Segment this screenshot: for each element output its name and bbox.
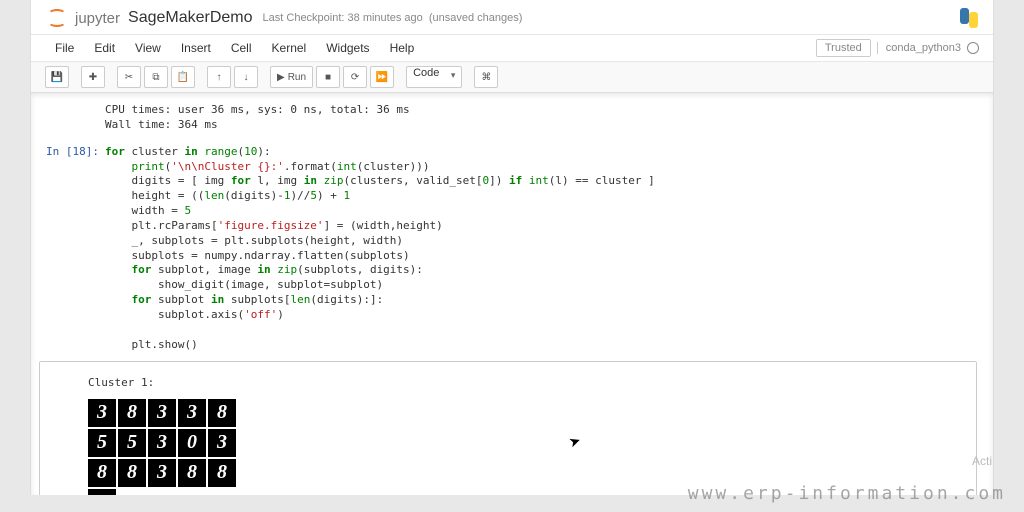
digit-image: 5 [88,429,116,457]
menu-cell[interactable]: Cell [221,38,262,58]
digit-image: 3 [208,429,236,457]
digit-image: 8 [178,459,206,487]
menu-view[interactable]: View [125,38,171,58]
kernel-name-label: conda_python3 [886,42,961,54]
digit-image: 3 [178,399,206,427]
toolbar: 💾 ✚ ✂ ⧉ 📋 ↑ ↓ ▶ Run ■ ⟳ ⏩ Code ⌘ [31,62,993,93]
command-palette-button[interactable]: ⌘ [474,66,498,88]
copy-button[interactable]: ⧉ [144,66,168,88]
jupyter-logo-icon [45,6,69,30]
kernel-status-icon [967,42,979,54]
digit-image: 8 [118,399,146,427]
kernel-selector[interactable]: conda_python3 [877,42,979,54]
menu-help[interactable]: Help [380,38,425,58]
plot-output: Cluster 1: 3 8 3 3 8 5 5 3 0 3 8 8 [39,361,977,496]
digit-image: 0 [178,429,206,457]
digit-image: 8 [208,399,236,427]
python-logo-icon [959,8,979,28]
restart-run-all-button[interactable]: ⏩ [370,66,394,88]
digit-image: 3 [88,399,116,427]
menu-widgets[interactable]: Widgets [316,38,379,58]
digit-image: 8 [118,459,146,487]
timing-output: CPU times: user 36 ms, sys: 0 ns, total:… [105,103,977,133]
output-cell-timing: CPU times: user 36 ms, sys: 0 ns, total:… [37,99,987,137]
add-cell-button[interactable]: ✚ [81,66,105,88]
move-down-button[interactable]: ↓ [234,66,258,88]
activate-windows-partial: Acti [972,454,992,468]
checkpoint-status: Last Checkpoint: 38 minutes ago (unsaved… [263,12,523,24]
notebook-body[interactable]: CPU times: user 36 ms, sys: 0 ns, total:… [31,93,993,495]
output-prompt [37,99,105,137]
digit-image: 3 [148,399,176,427]
digit-image: 3 [148,459,176,487]
cluster-label: Cluster 1: [88,376,958,389]
notebook-name[interactable]: SageMakerDemo [128,9,253,27]
digit-image: 5 [118,429,146,457]
menu-file[interactable]: File [45,38,84,58]
move-up-button[interactable]: ↑ [207,66,231,88]
paste-button[interactable]: 📋 [171,66,195,88]
digit-image: 8 [208,459,236,487]
menu-edit[interactable]: Edit [84,38,125,58]
notebook-header: jupyter SageMakerDemo Last Checkpoint: 3… [31,0,993,35]
run-icon: ▶ [277,72,285,83]
menu-insert[interactable]: Insert [171,38,221,58]
run-label: Run [288,72,306,83]
save-button[interactable]: 💾 [45,66,69,88]
cell-type-select[interactable]: Code [406,66,462,88]
menubar: File Edit View Insert Cell Kernel Widget… [31,35,993,62]
menu-kernel[interactable]: Kernel [262,38,317,58]
digit-image: 8 [88,459,116,487]
jupyter-wordmark: jupyter [75,10,120,27]
digit-grid: 3 8 3 3 8 5 5 3 0 3 8 8 3 8 8 [88,399,248,496]
cut-button[interactable]: ✂ [117,66,141,88]
digit-image: 3 [148,429,176,457]
restart-button[interactable]: ⟳ [343,66,367,88]
code-cell-18[interactable]: In [18]: for cluster in range(10): print… [37,141,987,357]
code-content[interactable]: for cluster in range(10): print('\n\nClu… [105,145,977,353]
stop-button[interactable]: ■ [316,66,340,88]
digit-image: 9 [88,489,116,496]
run-button[interactable]: ▶ Run [270,66,313,88]
input-prompt: In [18]: [37,141,105,357]
trusted-indicator[interactable]: Trusted [816,39,871,57]
